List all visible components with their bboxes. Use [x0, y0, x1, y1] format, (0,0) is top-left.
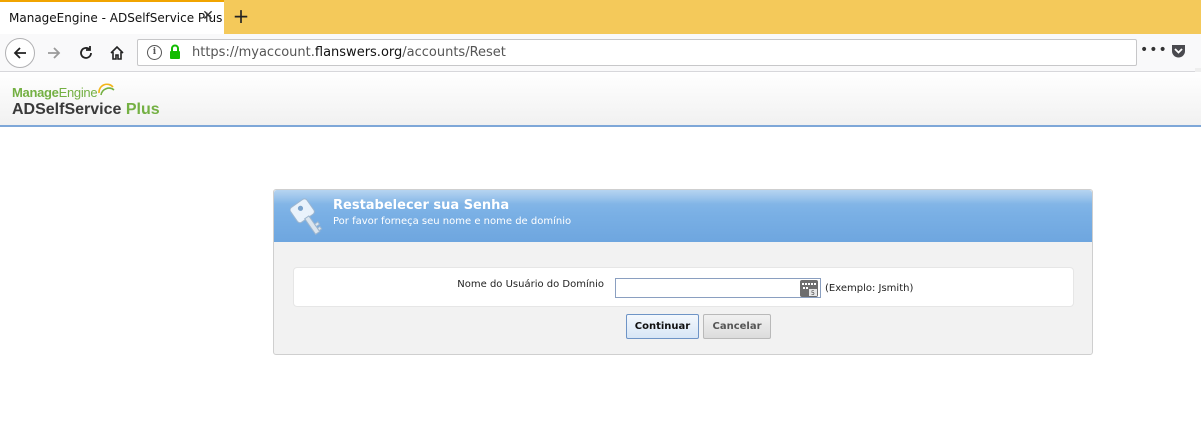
home-button[interactable]: [103, 39, 131, 67]
brand-logo-top: ManageEngine: [12, 85, 98, 100]
panel-subtitle: Por favor forneça seu nome e nome de dom…: [333, 216, 572, 227]
url-path: /accounts/Reset: [402, 45, 506, 60]
username-label: Nome do Usuário do Domínio: [457, 279, 604, 290]
tab-title: ManageEngine - ADSelfService Plus: [9, 11, 223, 25]
brand-engine: Engine: [58, 85, 98, 100]
brand-product: ADSelfService: [12, 101, 122, 118]
brand-manage: Manage: [12, 85, 59, 100]
info-icon[interactable]: i: [147, 45, 162, 60]
forward-button[interactable]: [40, 39, 68, 67]
reload-button[interactable]: [72, 39, 100, 67]
back-button[interactable]: [5, 38, 35, 68]
panel-header: Restabelecer sua Senha Por favor forneça…: [274, 190, 1092, 242]
lock-icon[interactable]: [169, 44, 181, 60]
nav-bar: i https://myaccount.flanswers.org/accoun…: [0, 34, 1201, 106]
username-hint: (Exemplo: Jsmith): [825, 283, 914, 294]
back-arrow-icon: [13, 47, 26, 59]
key-icon: [290, 198, 323, 236]
panel-title: Restabelecer sua Senha: [333, 198, 510, 213]
forward-arrow-icon: [48, 47, 61, 59]
url-prefix: https://myaccount.: [192, 45, 315, 60]
reset-password-panel: Restabelecer sua Senha Por favor forneça…: [273, 189, 1093, 355]
virtual-keyboard-icon[interactable]: 5: [800, 280, 818, 297]
reload-icon: [80, 46, 92, 59]
url-text[interactable]: https://myaccount.flanswers.org/accounts…: [192, 45, 506, 60]
svg-text:5: 5: [811, 290, 815, 297]
username-input[interactable]: [615, 278, 821, 298]
form-box: Nome do Usuário do Domínio 5 (Exemplo: J…: [293, 267, 1074, 307]
browser-tab[interactable]: ManageEngine - ADSelfService Plus ✕: [0, 0, 224, 34]
url-bar[interactable]: i https://myaccount.flanswers.org/accoun…: [137, 39, 1137, 66]
cancel-button[interactable]: Cancelar: [703, 314, 771, 339]
home-icon: [110, 45, 124, 60]
tab-bar: ManageEngine - ADSelfService Plus ✕ +: [0, 0, 1201, 34]
continue-button[interactable]: Continuar: [626, 314, 699, 339]
brand-arc-icon: [98, 83, 115, 96]
url-domain: flanswers.org: [314, 45, 403, 60]
more-icon[interactable]: •••: [1140, 42, 1168, 58]
brand-logo-bottom: ADSelfService Plus: [12, 101, 160, 119]
close-tab-icon[interactable]: ✕: [200, 8, 216, 26]
new-tab-button[interactable]: +: [229, 2, 253, 30]
app-header: ManageEngine ADSelfService Plus: [0, 72, 1201, 127]
pocket-icon[interactable]: [1170, 43, 1187, 60]
brand-plus: Plus: [121, 101, 160, 118]
